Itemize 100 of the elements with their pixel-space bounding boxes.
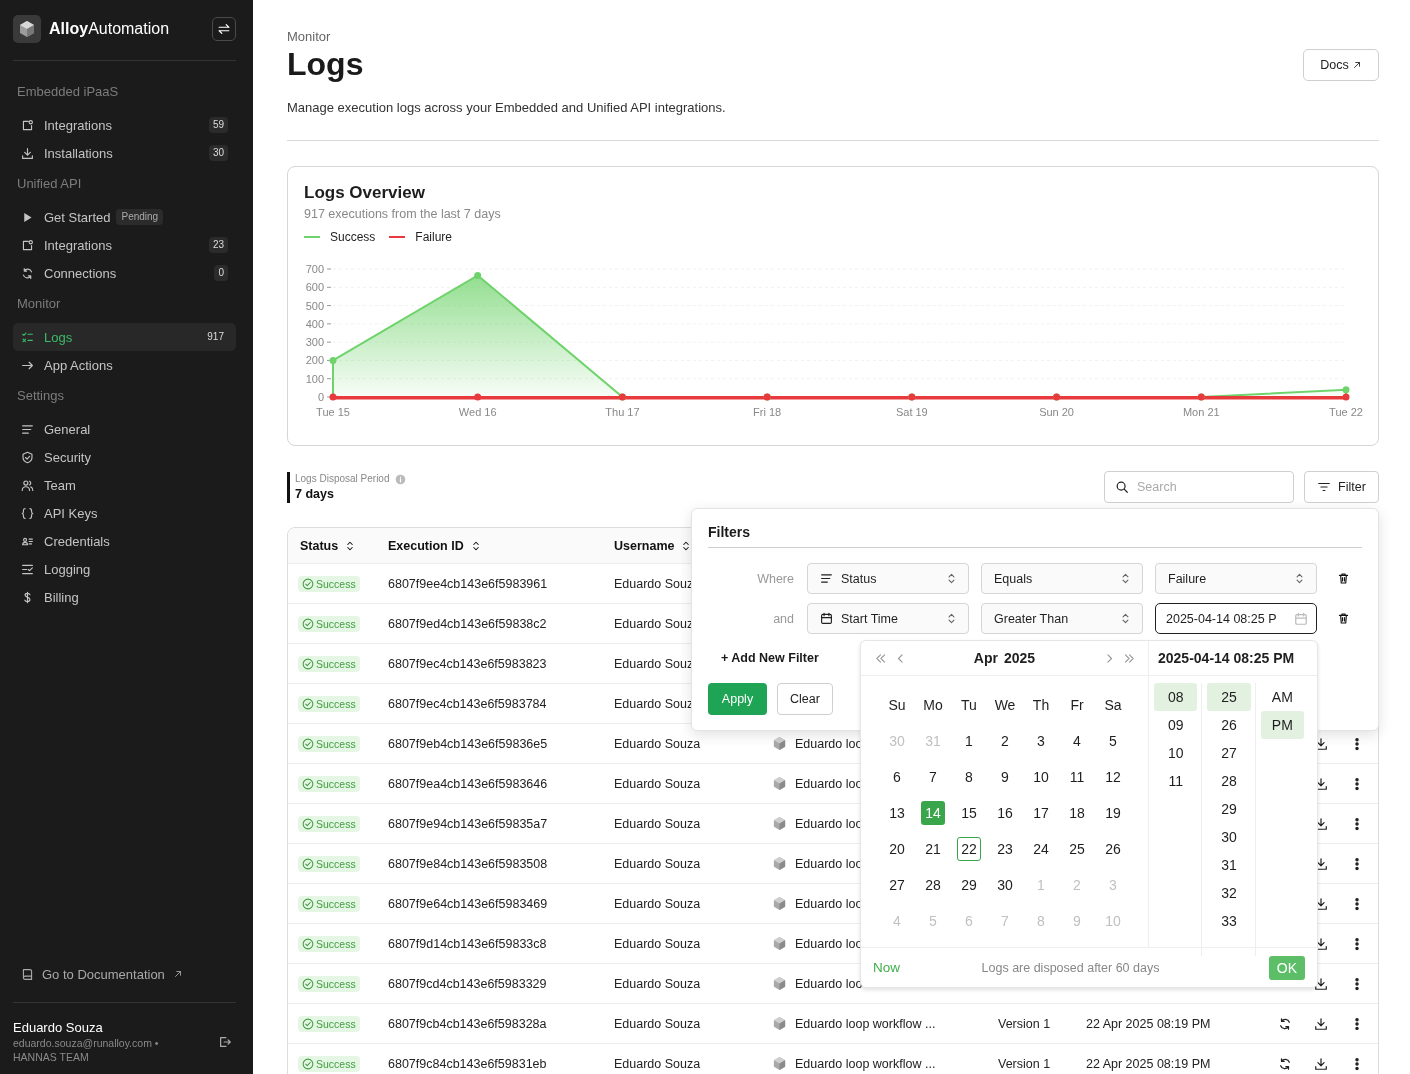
page-description: Manage execution logs across your Embedded and Unified API integrations. xyxy=(287,99,727,117)
select-field[interactable]: Equals xyxy=(981,563,1143,594)
calendar-day[interactable]: 22 xyxy=(951,831,987,867)
period-option[interactable]: PM xyxy=(1260,711,1304,739)
table-cell: Eduardo Souza xyxy=(614,776,701,791)
minute-option[interactable]: 28 xyxy=(1207,767,1251,795)
calendar-day[interactable]: 12 xyxy=(1095,759,1131,795)
calendar-day[interactable]: 15 xyxy=(951,795,987,831)
calendar-day[interactable]: 25 xyxy=(1059,831,1095,867)
minute-option[interactable]: 31 xyxy=(1207,851,1251,879)
logout-button[interactable] xyxy=(218,1035,232,1049)
select-field[interactable]: Greater Than xyxy=(981,603,1143,634)
hour-option[interactable]: 09 xyxy=(1154,711,1198,739)
calendar-day[interactable]: 17 xyxy=(1023,795,1059,831)
sidebar-item[interactable]: Installations 30 xyxy=(13,139,236,167)
download-button[interactable] xyxy=(1314,976,1328,991)
hour-option[interactable]: 10 xyxy=(1154,739,1198,767)
minute-option[interactable]: 30 xyxy=(1207,823,1251,851)
sidebar-item[interactable]: Security xyxy=(13,443,236,471)
sidebar-item[interactable]: Get Started Pending xyxy=(13,203,236,231)
select-field[interactable]: Start Time xyxy=(807,603,969,634)
download-button[interactable] xyxy=(1314,1056,1328,1071)
status-label: Success xyxy=(316,937,356,950)
panel-title: Filters xyxy=(708,523,1362,548)
date-field[interactable]: 2025-04-14 08:25 P xyxy=(1155,603,1317,634)
sidebar-item[interactable]: Integrations 23 xyxy=(13,231,236,259)
sidebar-item[interactable]: Team xyxy=(13,471,236,499)
table-cell: Eduardo Souza xyxy=(614,976,701,991)
section-title: Embedded iPaaS xyxy=(16,83,120,101)
minute-option[interactable]: 29 xyxy=(1207,795,1251,823)
calendar-day[interactable]: 30 xyxy=(987,867,1023,903)
sidebar-item[interactable]: General xyxy=(13,415,236,443)
hour-option[interactable]: 11 xyxy=(1154,767,1198,795)
workflow-icon xyxy=(772,776,787,791)
select-field[interactable]: Failure xyxy=(1155,563,1317,594)
calendar-day[interactable]: 26 xyxy=(1095,831,1131,867)
item-count: 0 xyxy=(214,265,228,281)
sidebar-item[interactable]: Integrations 59 xyxy=(13,111,236,139)
swap-button[interactable] xyxy=(212,17,236,41)
calendar-day[interactable]: 2 xyxy=(987,723,1023,759)
year-label[interactable]: 2025 xyxy=(1004,650,1036,666)
calendar-day[interactable]: 20 xyxy=(879,831,915,867)
clear-button[interactable]: Clear xyxy=(777,683,833,715)
rerun-button[interactable] xyxy=(1278,1016,1292,1031)
minute-option[interactable]: 32 xyxy=(1207,879,1251,907)
calendar-day[interactable]: 6 xyxy=(879,759,915,795)
filter-button[interactable]: Filter xyxy=(1304,471,1379,503)
column-header[interactable]: Username xyxy=(602,528,693,563)
calendar-day[interactable]: 27 xyxy=(879,867,915,903)
calendar-day[interactable]: 16 xyxy=(987,795,1023,831)
hour-option[interactable]: 08 xyxy=(1154,683,1198,711)
calendar-day[interactable]: 29 xyxy=(951,867,987,903)
column-header[interactable]: Execution ID xyxy=(376,528,482,563)
minute-option[interactable]: 25 xyxy=(1207,683,1251,711)
legend-label: Success xyxy=(330,229,376,246)
calendar-day[interactable]: 18 xyxy=(1059,795,1095,831)
period-option[interactable]: AM xyxy=(1260,683,1304,711)
calendar-day[interactable]: 3 xyxy=(1023,723,1059,759)
calendar-day[interactable]: 10 xyxy=(1023,759,1059,795)
select-field[interactable]: Status xyxy=(807,563,969,594)
sidebar-item[interactable]: Connections 0 xyxy=(13,259,236,287)
book-icon xyxy=(21,967,34,981)
calendar-day[interactable]: 21 xyxy=(915,831,951,867)
table-cell: 6807f9e84cb143e6f5983508 xyxy=(388,856,548,871)
calendar-day[interactable]: 9 xyxy=(987,759,1023,795)
sidebar-item[interactable]: App Actions xyxy=(13,351,236,379)
add-filter-link[interactable]: + Add New Filter xyxy=(708,650,819,666)
calendar-icon xyxy=(820,612,833,625)
month-label[interactable]: Apr xyxy=(973,650,998,666)
sidebar-item[interactable]: Billing xyxy=(13,583,236,611)
swap-icon xyxy=(217,22,231,36)
calendar-day[interactable]: 7 xyxy=(915,759,951,795)
sidebar-item[interactable]: Logs 917 xyxy=(13,323,236,351)
calendar-day[interactable]: 24 xyxy=(1023,831,1059,867)
calendar-day[interactable]: 11 xyxy=(1059,759,1095,795)
download-button[interactable] xyxy=(1314,1016,1328,1031)
calendar-day[interactable]: 28 xyxy=(915,867,951,903)
sidebar-item[interactable]: Credentials xyxy=(13,527,236,555)
docs-button[interactable]: Docs xyxy=(1303,49,1379,81)
calendar-day[interactable]: 23 xyxy=(987,831,1023,867)
calendar-day[interactable]: 1 xyxy=(951,723,987,759)
rerun-button[interactable] xyxy=(1278,1056,1292,1071)
calendar-day[interactable]: 19 xyxy=(1095,795,1131,831)
minute-option[interactable]: 27 xyxy=(1207,739,1251,767)
minute-option[interactable]: 33 xyxy=(1207,907,1251,935)
table-cell: 6807f9eb4cb143e6f59836e5 xyxy=(388,736,548,751)
calendar-day[interactable]: 4 xyxy=(1059,723,1095,759)
calendar-day[interactable]: 13 xyxy=(879,795,915,831)
sidebar-item[interactable]: Logging xyxy=(13,555,236,583)
disposal-note: Logs are disposed after 60 days xyxy=(981,960,1160,975)
search-field[interactable]: Search xyxy=(1104,471,1294,503)
weekday-label: Mo xyxy=(922,696,944,715)
shield-icon xyxy=(21,450,34,464)
minute-option[interactable]: 26 xyxy=(1207,711,1251,739)
calendar-day[interactable]: 5 xyxy=(1095,723,1131,759)
sidebar-item[interactable]: API Keys xyxy=(13,499,236,527)
column-header[interactable]: Status xyxy=(288,528,357,563)
calendar-day[interactable]: 8 xyxy=(951,759,987,795)
page-title: Logs xyxy=(287,45,364,83)
documentation-link[interactable]: Go to Documentation xyxy=(13,960,236,988)
